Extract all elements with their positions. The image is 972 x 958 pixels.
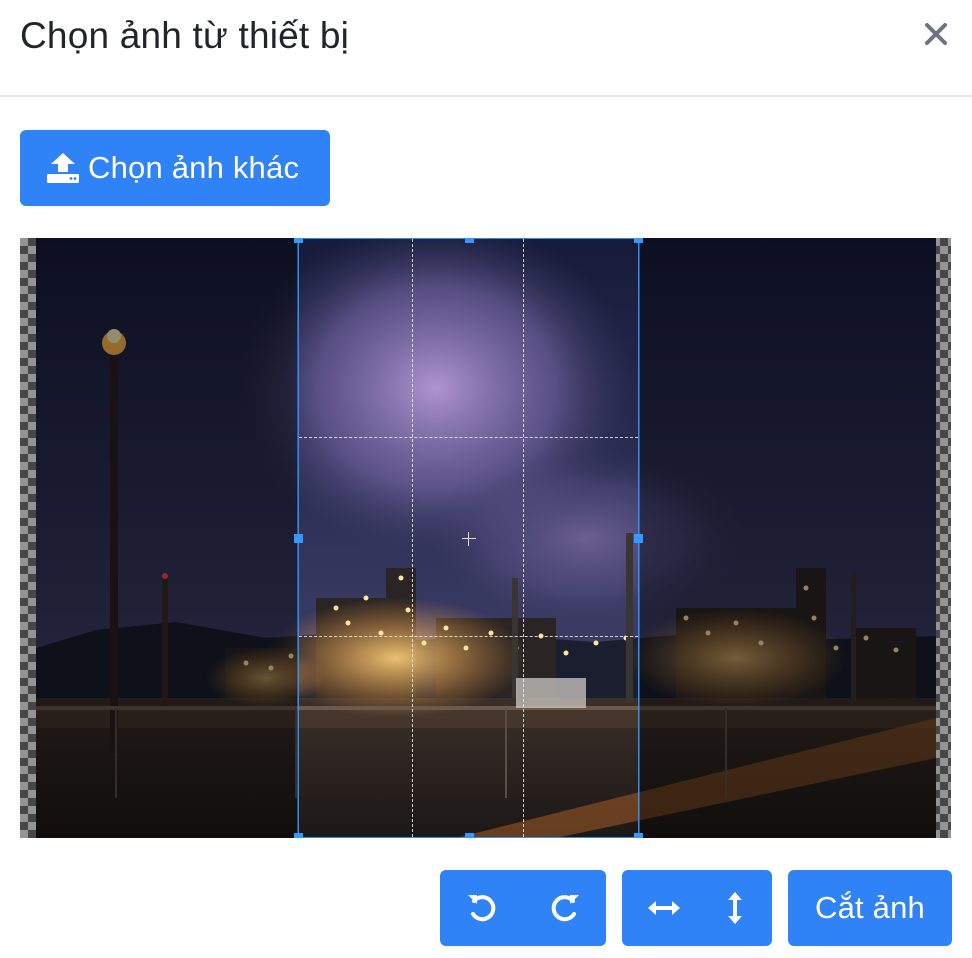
crop-guide-vertical [523,239,524,837]
crop-handle-top[interactable] [465,238,474,243]
crop-selection-box[interactable] [294,238,643,838]
close-icon [925,23,947,45]
crop-center-mark [462,532,476,546]
choose-another-image-label: Chọn ảnh khác [88,150,300,185]
rotate-button-group [440,870,606,946]
image-cropper[interactable] [20,238,951,838]
flip-vertical-icon [727,892,742,924]
crop-handle-left[interactable] [294,534,303,543]
crop-handle-bottom-right[interactable] [634,833,643,838]
crop-mask-right [639,238,951,838]
flip-horizontal-button[interactable] [622,870,705,946]
close-button[interactable] [920,14,952,54]
crop-handle-right[interactable] [634,534,643,543]
upload-icon [47,153,79,183]
flip-horizontal-icon [647,901,680,915]
crop-handle-top-right[interactable] [634,238,643,243]
rotate-left-button[interactable] [440,870,523,946]
rotate-right-icon [551,895,579,922]
rotate-left-icon [467,895,495,922]
crop-image-button[interactable]: Cắt ảnh [788,870,952,946]
crop-guide-vertical [412,239,413,837]
choose-another-image-button[interactable]: Chọn ảnh khác [20,130,330,206]
crop-handle-bottom-left[interactable] [294,833,303,838]
modal-title: Chọn ảnh từ thiết bị [20,15,350,56]
crop-guide-horizontal [299,437,638,438]
rotate-right-button[interactable] [523,870,606,946]
flip-button-group [622,870,772,946]
crop-mask-left [20,238,298,838]
crop-handle-bottom[interactable] [465,833,474,838]
crop-guide-horizontal [299,636,638,637]
modal-header: Chọn ảnh từ thiết bị [0,0,972,97]
flip-vertical-button[interactable] [697,870,772,946]
crop-handle-top-left[interactable] [294,238,303,243]
